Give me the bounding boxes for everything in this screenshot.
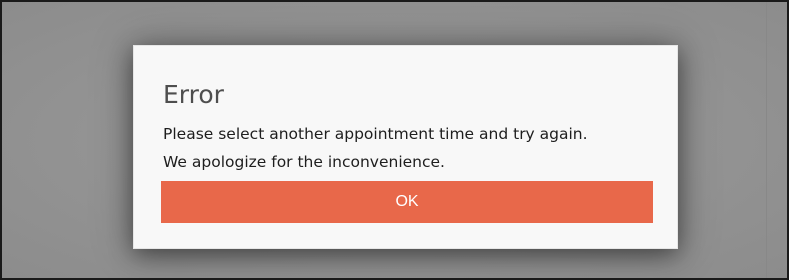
- dialog-title: Error: [163, 80, 224, 109]
- ok-button[interactable]: OK: [161, 181, 653, 223]
- dialog-message: Please select another appointment time a…: [163, 120, 588, 176]
- error-dialog: Error Please select another appointment …: [133, 45, 678, 249]
- screen-frame: Error Please select another appointment …: [0, 0, 789, 280]
- background-divider: [766, 2, 767, 278]
- dialog-message-line-1: Please select another appointment time a…: [163, 125, 588, 143]
- dialog-message-line-2: We apologize for the inconvenience.: [163, 153, 445, 171]
